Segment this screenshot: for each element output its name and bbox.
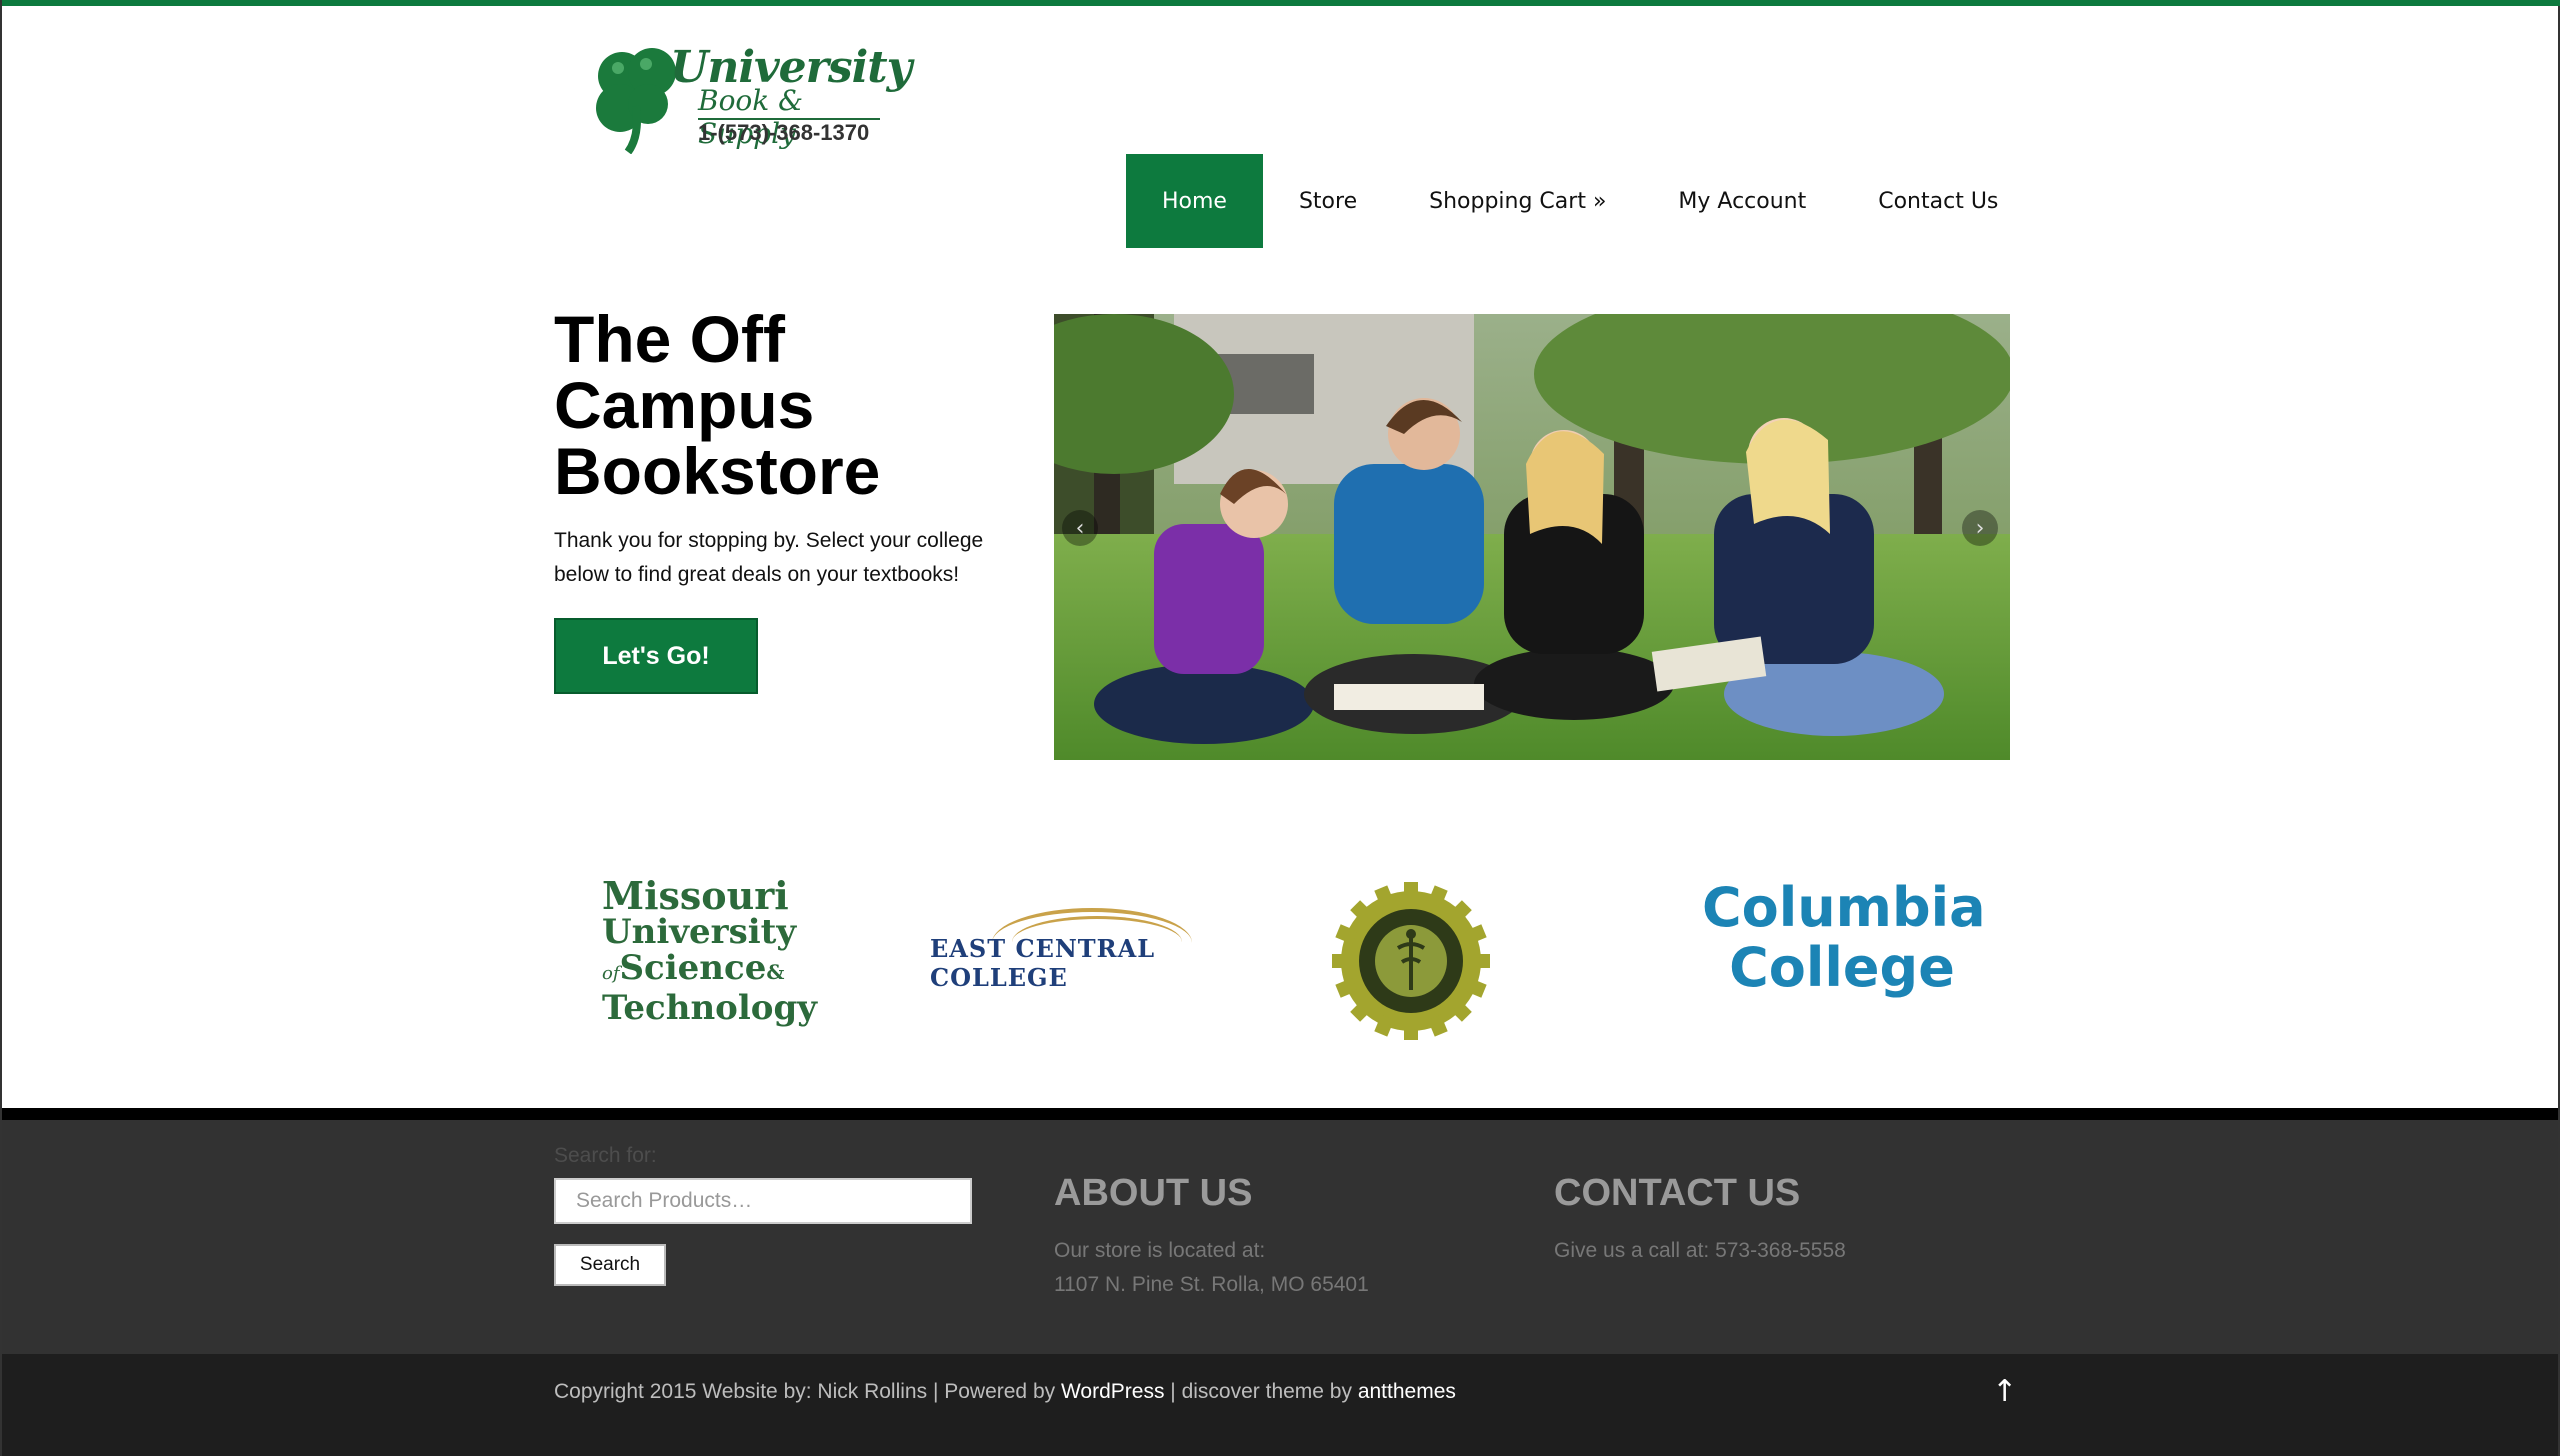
contact-us-heading: CONTACT US (1554, 1172, 1801, 1214)
copyright-prefix: Copyright 2015 Website by: Nick Rollins … (554, 1380, 1061, 1403)
bottom-bar (2, 1354, 2558, 1456)
nav-contact-us[interactable]: Contact Us (1842, 154, 2034, 248)
logo-phone: 1-(573)-368-1370 (698, 120, 870, 145)
nav-store[interactable]: Store (1263, 154, 1393, 248)
wordpress-link[interactable]: WordPress (1061, 1380, 1164, 1403)
hero-text: Thank you for stopping by. Select your c… (554, 529, 984, 586)
nav-my-account[interactable]: My Account (1642, 154, 1842, 248)
college-mst-logo[interactable]: Missouri University ofScience& Technolog… (602, 873, 817, 1028)
mst-line4: Technology (602, 988, 817, 1028)
copyright-mid: | discover theme by (1164, 1380, 1358, 1403)
mst-line2: University (602, 912, 797, 952)
antthemes-link[interactable]: antthemes (1358, 1380, 1456, 1403)
copyright-text: Copyright 2015 Website by: Nick Rollins … (554, 1380, 1456, 1404)
nav-home[interactable]: Home (1126, 154, 1263, 248)
rti-seal-icon (1332, 882, 1490, 1040)
college-rti-logo[interactable] (1332, 882, 1490, 1040)
mst-line1: Missouri (602, 873, 789, 918)
site-logo[interactable]: University Book & Supply 1-(573)-368-137… (590, 42, 912, 158)
search-input[interactable]: Search Products… (554, 1178, 972, 1224)
college-columbia-logo[interactable]: Columbia College (1702, 876, 1986, 999)
mst-of: of (602, 963, 620, 984)
footer (2, 1108, 2558, 1354)
students-studying-image (1054, 314, 2010, 760)
main-nav: Home Store Shopping Cart » My Account Co… (1126, 154, 2034, 248)
ecc-name: East Central College (930, 934, 1156, 992)
slider-next-arrow[interactable]: › (1962, 510, 1998, 546)
search-label: Search for: (554, 1144, 657, 1167)
contact-us-phone: Give us a call at: 573-368-5558 (1554, 1239, 1846, 1262)
mst-amp: & (766, 960, 785, 984)
about-us-heading: ABOUT US (1054, 1172, 1253, 1214)
about-us-address: 1107 N. Pine St. Rolla, MO 65401 (1054, 1273, 1369, 1296)
cc-line2: College (1729, 936, 1955, 999)
hero-slider-image[interactable] (1054, 314, 2010, 760)
cc-line1: Columbia (1702, 876, 1986, 939)
college-ecc-logo[interactable]: East Central College (922, 900, 1242, 992)
lets-go-button[interactable]: Let's Go! (554, 618, 758, 694)
search-button[interactable]: Search (554, 1244, 666, 1286)
chevron-left-icon: ‹ (1075, 515, 1085, 541)
hero-title: The Off Campus Bookstore (554, 302, 881, 508)
back-to-top-icon[interactable]: ↑ (1992, 1374, 2017, 1409)
page: University Book & Supply 1-(573)-368-137… (0, 0, 2560, 1456)
about-us-line1: Our store is located at: (1054, 1239, 1266, 1262)
slider-prev-arrow[interactable]: ‹ (1062, 510, 1098, 546)
top-accent-bar (2, 0, 2560, 6)
chevron-right-icon: › (1975, 515, 1985, 541)
nav-shopping-cart[interactable]: Shopping Cart » (1393, 154, 1642, 248)
mst-line3: Science (619, 948, 767, 988)
